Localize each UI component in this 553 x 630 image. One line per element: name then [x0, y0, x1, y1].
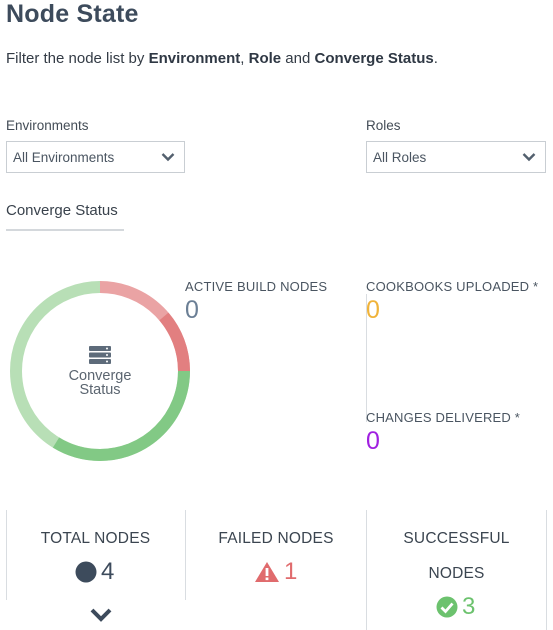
subtitle-separator: ,: [240, 50, 249, 67]
warning-icon: [255, 562, 279, 582]
donut-label-line1: Converge: [68, 368, 132, 384]
check-circle-icon: [436, 596, 458, 618]
total-nodes-value: 4: [101, 558, 115, 585]
successful-nodes-title-line1: SUCCESSFUL: [403, 530, 510, 547]
failed-nodes-title: FAILED NODES: [218, 530, 334, 547]
total-nodes-value-group: 4: [75, 558, 114, 586]
roles-label: Roles: [366, 118, 401, 133]
server-stack-icon: [89, 346, 111, 364]
failed-nodes-value: 1: [284, 558, 298, 585]
successful-nodes-value: 3: [462, 593, 476, 620]
donut-label-line2: Status: [79, 382, 121, 398]
card-border-left: [6, 510, 7, 600]
environments-label: Environments: [6, 118, 89, 133]
tab-underline: [6, 229, 124, 231]
chevron-down-icon: [522, 153, 536, 162]
subtitle-converge-status: Converge Status: [314, 50, 434, 67]
environments-select[interactable]: All Environments: [6, 141, 185, 173]
cookbooks-uploaded-label: COOKBOOKS UPLOADED *: [366, 279, 539, 294]
roles-select-value: All Roles: [373, 150, 427, 165]
changes-delivered-label: CHANGES DELIVERED *: [366, 410, 521, 425]
active-build-nodes-label: ACTIVE BUILD NODES: [185, 279, 328, 294]
cookbooks-uploaded-value: 0: [366, 296, 380, 324]
changes-delivered-value: 0: [366, 427, 380, 455]
subtitle-prefix: Filter the node list by: [6, 50, 149, 67]
donut-center: Converge Status: [10, 281, 190, 461]
successful-nodes-value-group: 3: [436, 593, 475, 621]
card-separator-1: [185, 510, 186, 600]
dot-icon: [75, 561, 97, 583]
active-build-nodes-value: 0: [185, 296, 199, 324]
page-title: Node State: [6, 0, 139, 28]
page-subtitle: Filter the node list by Environment, Rol…: [6, 50, 438, 67]
roles-select[interactable]: All Roles: [366, 141, 546, 173]
subtitle-role: Role: [248, 50, 282, 67]
card-border-right: [546, 510, 547, 630]
subtitle-end: .: [433, 50, 438, 67]
chevron-down-icon: [161, 153, 175, 162]
chevron-down-icon[interactable]: [89, 607, 113, 623]
subtitle-environment: Environment: [148, 50, 241, 67]
successful-nodes-title-line2: NODES: [428, 565, 485, 582]
failed-nodes-value-group: 1: [254, 558, 297, 586]
subtitle-and: and: [281, 50, 315, 67]
total-nodes-title: TOTAL NODES: [40, 530, 151, 547]
environments-select-value: All Environments: [13, 150, 115, 165]
tab-converge-status[interactable]: Converge Status: [6, 202, 118, 219]
